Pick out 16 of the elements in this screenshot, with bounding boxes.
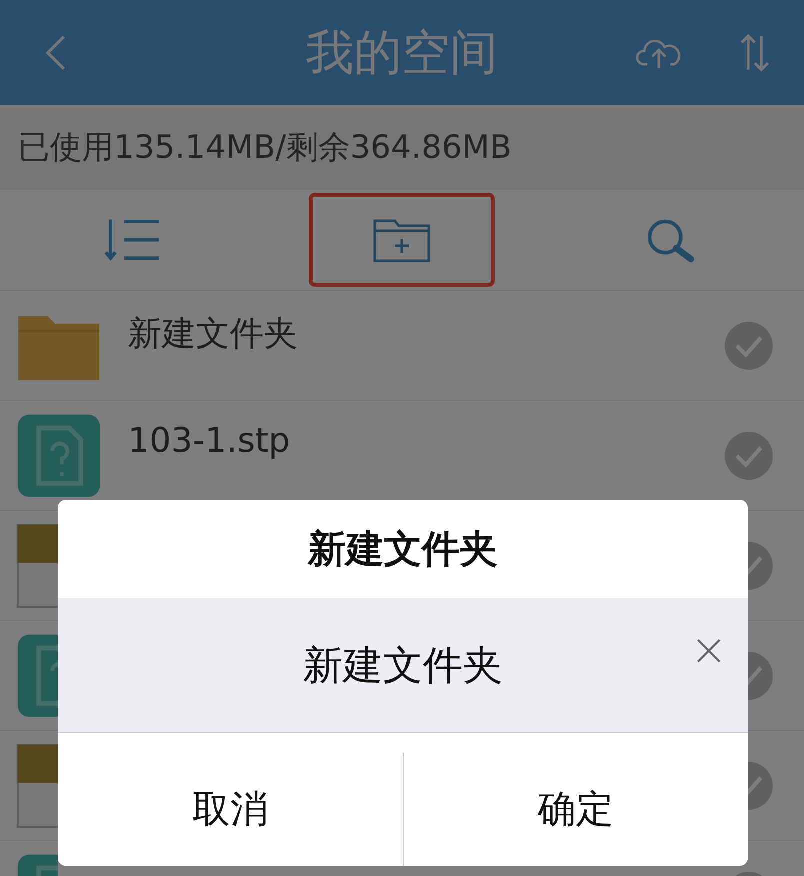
check-icon[interactable] — [724, 430, 774, 480]
folder-plus-icon — [373, 217, 431, 263]
file-name: 103-1.stp — [128, 421, 290, 461]
unknown-file-icon — [16, 412, 102, 498]
file-name: 新建文件夹 — [128, 314, 298, 354]
confirm-button[interactable]: 确定 — [402, 753, 748, 866]
stp-file-icon — [16, 522, 58, 608]
folder-name-field[interactable]: 新建文件夹 — [58, 598, 748, 733]
unknown-file-icon — [16, 632, 58, 718]
stp-file-icon — [16, 742, 58, 828]
new-folder-button[interactable] — [309, 193, 495, 287]
clear-icon[interactable] — [696, 638, 722, 664]
storage-usage: 已使用135.14MB/剩余364.86MB — [18, 126, 512, 168]
screen-title: 我的空间 — [306, 24, 498, 82]
dialog-title: 新建文件夹 — [306, 526, 499, 572]
check-icon[interactable] — [724, 320, 774, 370]
